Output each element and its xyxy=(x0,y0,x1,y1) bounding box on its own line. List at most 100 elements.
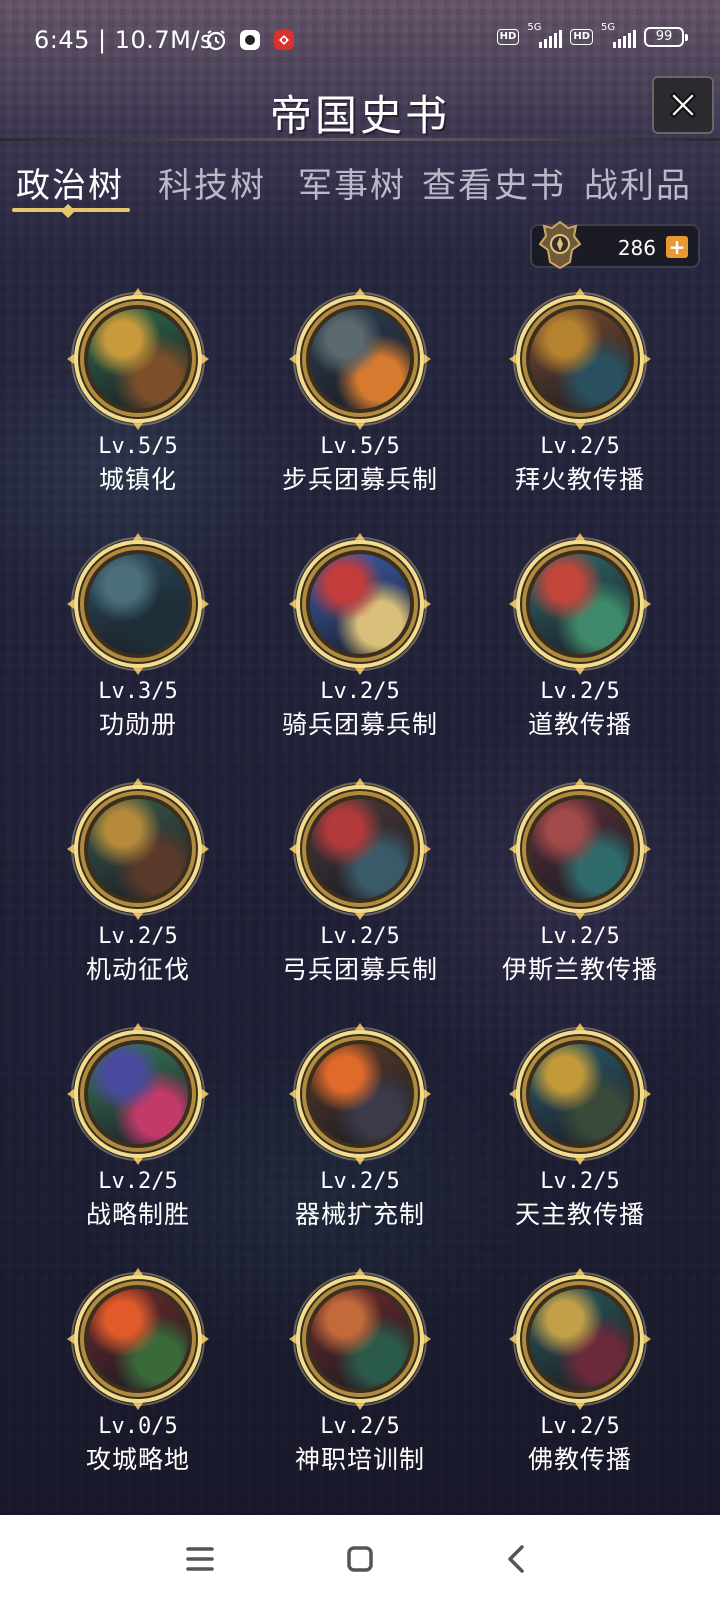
hd-badge-2: HD xyxy=(570,29,593,45)
policy-badge[interactable] xyxy=(67,778,209,920)
policy-name: 机动征伐 xyxy=(85,955,190,984)
tab-loot[interactable]: 战利品 xyxy=(584,158,692,207)
tab-military[interactable]: 军事树 xyxy=(298,158,406,207)
status-icons xyxy=(204,28,296,52)
policy-portrait xyxy=(88,554,188,654)
policy-portrait xyxy=(88,309,188,409)
title-divider xyxy=(0,138,720,141)
policy-level: Lv.2/5 xyxy=(320,1169,400,1194)
policy-badge[interactable] xyxy=(509,1023,651,1165)
policy-badge[interactable] xyxy=(509,1268,651,1410)
policy-portrait xyxy=(310,799,410,899)
policy-item[interactable]: Lv.2/5 骑兵团募兵制 xyxy=(250,533,470,739)
policy-name: 伊斯兰教传播 xyxy=(501,955,658,984)
policy-badge[interactable] xyxy=(509,778,651,920)
policy-badge[interactable] xyxy=(289,1023,431,1165)
policy-portrait xyxy=(88,799,188,899)
policy-badge[interactable] xyxy=(67,1023,209,1165)
policy-badge[interactable] xyxy=(289,1268,431,1410)
close-icon xyxy=(669,91,697,119)
battery-icon: 99 xyxy=(644,27,688,47)
tab-politics[interactable]: 政治树 xyxy=(16,158,124,207)
policy-name: 功勋册 xyxy=(98,710,177,739)
policy-name: 骑兵团募兵制 xyxy=(281,710,438,739)
policy-portrait xyxy=(310,1289,410,1389)
game-notification-icon xyxy=(274,30,294,50)
home-icon[interactable] xyxy=(340,1539,380,1579)
policy-item[interactable]: Lv.2/5 道教传播 xyxy=(470,533,690,739)
policy-item[interactable]: Lv.5/5 步兵团募兵制 xyxy=(250,288,470,494)
policy-badge[interactable] xyxy=(67,288,209,430)
policy-name: 弓兵团募兵制 xyxy=(281,955,438,984)
policy-name: 战略制胜 xyxy=(85,1200,190,1229)
policy-level: Lv.2/5 xyxy=(540,1414,620,1439)
policy-item[interactable]: Lv.5/5 城镇化 xyxy=(28,288,248,494)
policy-portrait xyxy=(530,799,630,899)
signal-icon: 5G xyxy=(527,22,563,48)
policy-level: Lv.2/5 xyxy=(320,1414,400,1439)
back-icon[interactable] xyxy=(498,1539,538,1579)
policy-item[interactable]: Lv.2/5 天主教传播 xyxy=(470,1023,690,1229)
close-button[interactable] xyxy=(652,76,714,134)
system-navbar xyxy=(0,1515,720,1600)
policy-item[interactable]: Lv.0/5 攻城略地 xyxy=(28,1268,248,1474)
policy-item[interactable]: Lv.2/5 伊斯兰教传播 xyxy=(470,778,690,984)
policy-portrait xyxy=(310,309,410,409)
policy-level: Lv.2/5 xyxy=(540,924,620,949)
policy-name: 神职培训制 xyxy=(294,1445,425,1474)
tab-history-book[interactable]: 查看史书 xyxy=(422,158,566,207)
policy-badge[interactable] xyxy=(289,288,431,430)
currency-amount: 286 xyxy=(617,236,656,260)
policy-badge[interactable] xyxy=(67,533,209,675)
policy-item[interactable]: Lv.2/5 神职培训制 xyxy=(250,1268,470,1474)
policy-item[interactable]: Lv.2/5 战略制胜 xyxy=(28,1023,248,1229)
policy-name: 攻城略地 xyxy=(85,1445,190,1474)
policy-item[interactable]: Lv.2/5 拜火教传播 xyxy=(470,288,690,494)
policy-name: 佛教传播 xyxy=(527,1445,632,1474)
hd-badge: HD xyxy=(496,29,520,45)
policy-badge[interactable] xyxy=(509,533,651,675)
policy-badge[interactable] xyxy=(509,288,651,430)
alarm-icon xyxy=(206,30,226,51)
title-bar: 帝国史书 xyxy=(0,80,720,141)
policy-badge[interactable] xyxy=(289,778,431,920)
policy-level: Lv.5/5 xyxy=(98,434,178,459)
policy-level: Lv.2/5 xyxy=(320,924,400,949)
policy-portrait xyxy=(530,554,630,654)
policy-name: 步兵团募兵制 xyxy=(281,465,438,494)
policy-badge[interactable] xyxy=(289,533,431,675)
app-icon xyxy=(240,30,260,50)
policy-portrait xyxy=(530,1044,630,1144)
tab-bar: 政治树 科技树 军事树 查看史书 战利品 xyxy=(0,158,720,219)
policy-level: Lv.2/5 xyxy=(320,679,400,704)
add-currency-button[interactable]: + xyxy=(666,236,688,258)
policy-portrait xyxy=(88,1289,188,1389)
policy-level: Lv.2/5 xyxy=(540,1169,620,1194)
policy-item[interactable]: Lv.2/5 机动征伐 xyxy=(28,778,248,984)
policy-item[interactable]: Lv.3/5 功勋册 xyxy=(28,533,248,739)
policy-level: Lv.2/5 xyxy=(98,1169,178,1194)
policy-level: Lv.3/5 xyxy=(98,679,178,704)
policy-badge[interactable] xyxy=(67,1268,209,1410)
policy-name: 城镇化 xyxy=(98,465,177,494)
policy-name: 道教传播 xyxy=(527,710,632,739)
policy-item[interactable]: Lv.2/5 器械扩充制 xyxy=(250,1023,470,1229)
policy-name: 器械扩充制 xyxy=(294,1200,425,1229)
policy-portrait xyxy=(310,554,410,654)
currency-display: 286 + xyxy=(530,220,700,270)
policy-portrait xyxy=(530,309,630,409)
signal-icon-2: 5G xyxy=(601,22,636,48)
policy-item[interactable]: Lv.2/5 佛教传播 xyxy=(470,1268,690,1474)
policy-level: Lv.2/5 xyxy=(98,924,178,949)
policy-level: Lv.2/5 xyxy=(540,434,620,459)
page-title: 帝国史书 xyxy=(269,91,450,140)
status-time: 6:45 | 10.7M/s xyxy=(34,26,213,54)
policy-portrait xyxy=(530,1289,630,1389)
policy-level: Lv.5/5 xyxy=(320,434,400,459)
policy-level: Lv.2/5 xyxy=(540,679,620,704)
tab-technology[interactable]: 科技树 xyxy=(158,158,266,207)
status-bar: 6:45 | 10.7M/s HD 5G HD 5G 99 xyxy=(0,0,720,80)
policy-portrait xyxy=(88,1044,188,1144)
policy-item[interactable]: Lv.2/5 弓兵团募兵制 xyxy=(250,778,470,984)
menu-icon[interactable] xyxy=(180,1539,220,1579)
